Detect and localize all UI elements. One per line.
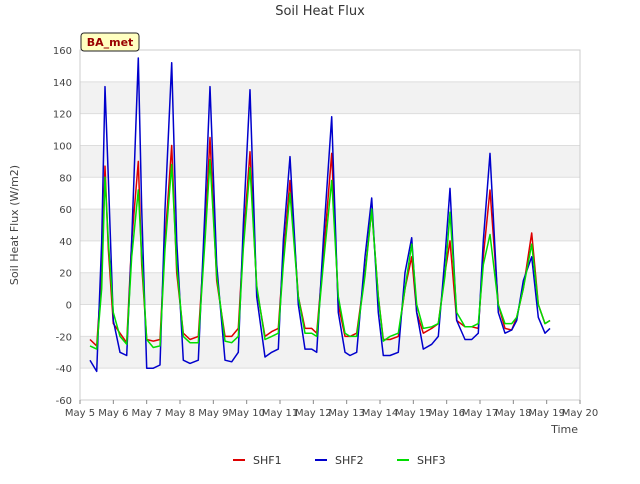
y-tick-label: 60 — [59, 205, 72, 216]
x-tick-label: May 11 — [262, 408, 299, 419]
x-tick-label: May 19 — [528, 408, 565, 419]
y-tick-label: -20 — [56, 332, 72, 343]
y-axis-ticks: -60 -40 -20 0 20 40 60 80 100 120 140 160 — [53, 46, 72, 407]
y-tick-label: -60 — [56, 396, 72, 407]
background-band — [80, 81, 580, 114]
legend: SHF1 SHF2 SHF3 — [233, 454, 446, 467]
x-tick-label: May 18 — [495, 408, 532, 419]
series-line-shf3 — [89, 159, 551, 350]
x-tick-label: May 15 — [395, 408, 432, 419]
x-tick-label: May 8 — [165, 408, 195, 419]
x-tick-label: May 16 — [428, 408, 465, 419]
y-tick-label: 40 — [59, 237, 72, 248]
y-tick-label: 120 — [53, 110, 72, 121]
y-tick-label: 140 — [53, 78, 72, 89]
legend-label-shf2: SHF2 — [335, 454, 364, 467]
y-tick-label: 20 — [59, 269, 72, 280]
y-tick-label: -40 — [56, 364, 72, 375]
x-tick-label: May 6 — [98, 408, 128, 419]
plot-background-bands — [80, 81, 580, 369]
y-tick-label: 160 — [53, 46, 72, 57]
x-axis-ticks: May 5 May 6 May 7 May 8 May 9 May 10May 11May… — [65, 400, 598, 419]
y-tick-label: 0 — [66, 301, 72, 312]
x-tick-label: May 20 — [562, 408, 599, 419]
x-tick-label: May 9 — [198, 408, 228, 419]
x-tick-label: May 5 — [65, 408, 95, 419]
x-tick-label: May 12 — [295, 408, 332, 419]
y-axis-label: Soil Heat Flux (W/m2) — [8, 165, 21, 285]
x-tick-label: May 17 — [462, 408, 499, 419]
soil-heat-flux-chart: Soil Heat Flux -60 -40 -20 0 20 40 60 80 100 120 1… — [8, 4, 598, 467]
background-band — [80, 209, 580, 241]
x-tick-label: May 7 — [132, 408, 162, 419]
x-tick-label: May 14 — [362, 408, 399, 419]
x-axis-label: Time — [550, 423, 578, 436]
y-tick-label: 80 — [59, 173, 72, 184]
x-tick-label: May 10 — [228, 408, 265, 419]
legend-label-shf3: SHF3 — [417, 454, 446, 467]
y-tick-label: 100 — [53, 141, 72, 152]
site-badge-text: BA_met — [87, 36, 134, 49]
legend-label-shf1: SHF1 — [253, 454, 282, 467]
site-badge: BA_met — [80, 32, 140, 52]
background-band — [80, 272, 580, 305]
chart-title: Soil Heat Flux — [275, 4, 365, 19]
x-tick-label: May 13 — [328, 408, 365, 419]
